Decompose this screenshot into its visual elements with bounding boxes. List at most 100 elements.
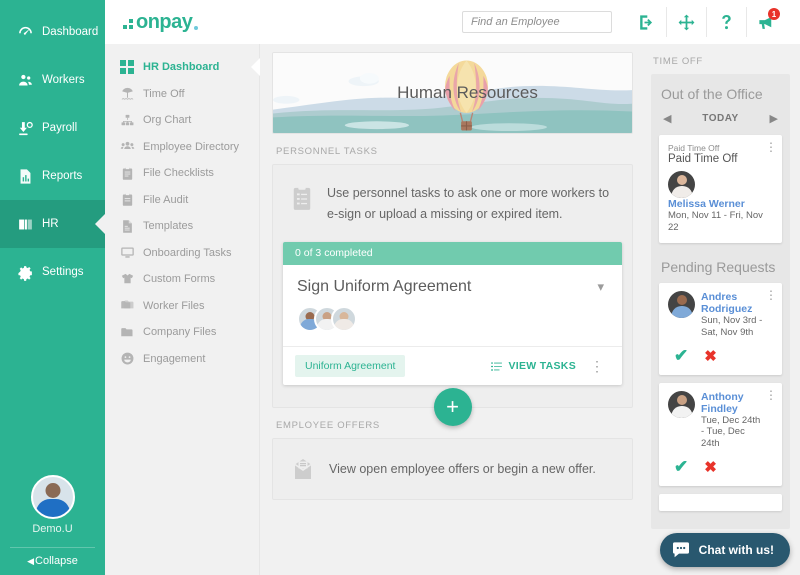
sidebar-item-payroll[interactable]: Payroll	[0, 104, 105, 152]
approve-button[interactable]: ✔	[674, 346, 688, 366]
employee-name[interactable]: Anthony Findley	[701, 391, 763, 415]
subnav-item-label: Engagement	[143, 352, 206, 365]
employee-name[interactable]: Melissa Werner	[668, 198, 773, 210]
subnav-item-employee-directory[interactable]: Employee Directory	[105, 134, 259, 161]
deny-button[interactable]: ✖	[704, 347, 717, 365]
personnel-tasks-panel: Use personnel tasks to ask one or more w…	[272, 164, 633, 427]
logo-text: onpay	[136, 11, 193, 33]
subnav-item-worker-files[interactable]: Worker Files	[105, 293, 259, 320]
sidebar-item-settings[interactable]: Settings	[0, 248, 105, 296]
onpay-logo[interactable]: onpay	[123, 11, 199, 33]
subnav-item-engagement[interactable]: Engagement	[105, 346, 259, 373]
time-off-rail: TIME OFF Out of the Office ◀ TODAY ▶ ⋮ P…	[645, 44, 800, 575]
avatar	[668, 290, 695, 318]
subnav-item-label: File Audit	[143, 193, 189, 206]
out-of-office-title: Out of the Office	[661, 86, 763, 102]
avatar	[668, 390, 695, 418]
subnav-item-time-off[interactable]: Time Off	[105, 81, 259, 108]
search-input[interactable]	[462, 11, 612, 33]
prev-day-icon[interactable]: ◀	[659, 112, 675, 125]
list-icon	[490, 360, 503, 373]
page-title: Human Resources	[397, 83, 538, 102]
subnav-item-label: Templates	[143, 220, 194, 233]
hero-banner: Human Resources	[272, 52, 633, 134]
subnav-item-custom-forms[interactable]: Custom Forms	[105, 266, 259, 293]
book-icon	[16, 215, 34, 233]
date-navigator: ◀ TODAY ▶	[659, 110, 782, 135]
chat-widget-label: Chat with us!	[698, 543, 774, 557]
chat-widget-button[interactable]: Chat with us!	[659, 533, 790, 567]
subnav-item-label: Worker Files	[143, 299, 205, 312]
avatar	[30, 475, 75, 519]
sidebar-item-workers[interactable]: Workers	[0, 56, 105, 104]
body-row: HR Dashboard Time Off Org Chart Employee…	[105, 44, 800, 575]
time-off-label: TIME OFF	[653, 56, 703, 67]
out-of-office-card[interactable]: ⋮ Paid Time Off Paid Time Off Melissa We…	[659, 135, 782, 243]
monitor-icon	[119, 245, 135, 261]
shirt-icon	[119, 271, 135, 287]
subnav-item-label: Custom Forms	[143, 273, 216, 286]
sidebar-user[interactable]: Demo.U	[0, 475, 105, 541]
employee-name[interactable]: Andres Rodriguez	[701, 291, 763, 315]
time-off-dates: Sun, Nov 3rd - Sat, Nov 9th	[701, 314, 763, 338]
card-overflow-menu-icon[interactable]: ⋮	[765, 389, 777, 401]
move-icon[interactable]	[666, 7, 706, 37]
avatar[interactable]	[331, 306, 357, 333]
subnav-item-company-files[interactable]: Company Files	[105, 319, 259, 346]
add-task-button[interactable]: +	[433, 388, 472, 427]
logout-icon[interactable]	[626, 7, 666, 37]
sidebar-item-dashboard[interactable]: Dashboard	[0, 8, 105, 56]
subnav-item-file-checklists[interactable]: File Checklists	[105, 160, 259, 187]
notification-badge: 1	[768, 8, 780, 20]
card-overflow-menu-icon[interactable]: ⋮	[765, 289, 777, 301]
pending-request-card[interactable]: ⋮ Anthony Findley Tue, Dec 24th - Tue, D…	[659, 382, 782, 487]
logo-dots-icon	[123, 19, 133, 29]
help-icon[interactable]	[706, 7, 746, 37]
task-header: Sign Uniform Agreement ▾	[283, 265, 622, 296]
subnav-item-label: File Checklists	[143, 167, 214, 180]
topbar: onpay 1	[105, 0, 800, 44]
subnav-item-file-audit[interactable]: File Audit	[105, 187, 259, 214]
task-overflow-menu-icon[interactable]: ⋮	[576, 359, 610, 373]
subnav-item-label: Org Chart	[143, 114, 192, 127]
pending-request-actions: ✔ ✖	[668, 450, 773, 477]
approve-button[interactable]: ✔	[674, 457, 688, 477]
chevron-down-icon[interactable]: ▾	[597, 279, 608, 295]
subnav-item-onboarding-tasks[interactable]: Onboarding Tasks	[105, 240, 259, 267]
time-off-type-sub: Paid Time Off	[668, 143, 720, 153]
time-off-dates: Tue, Dec 24th - Tue, Dec 24th	[701, 414, 761, 450]
subnav-item-hr-dashboard[interactable]: HR Dashboard	[105, 54, 259, 81]
out-of-office-panel: Out of the Office ◀ TODAY ▶ ⋮ Paid Time …	[651, 74, 790, 530]
next-day-icon[interactable]: ▶	[766, 112, 782, 125]
pending-request-card[interactable]	[659, 494, 782, 512]
subnav-item-templates[interactable]: Templates	[105, 213, 259, 240]
folders-icon	[119, 298, 135, 314]
personnel-tasks-description-row: Use personnel tasks to ask one or more w…	[273, 165, 632, 242]
pending-request-actions: ✔ ✖	[668, 339, 773, 366]
pending-requests-title: Pending Requests	[661, 258, 776, 275]
deny-button[interactable]: ✖	[704, 458, 717, 476]
task-assignees	[283, 296, 622, 346]
view-tasks-button[interactable]: VIEW TASKS	[490, 360, 576, 373]
pending-request-card[interactable]: ⋮ Andres Rodriguez Sun, Nov 3rd - Sat, N…	[659, 282, 782, 375]
card-overflow-menu-icon[interactable]: ⋮	[765, 141, 777, 153]
sidebar-item-hr[interactable]: HR	[0, 200, 105, 248]
today-label[interactable]: TODAY	[675, 113, 765, 124]
collapse-label: Collapse	[35, 555, 78, 567]
announcement-icon[interactable]: 1	[746, 7, 786, 37]
sidebar-item-label: Reports	[42, 170, 83, 182]
task-title: Sign Uniform Agreement	[297, 278, 472, 296]
subnav-item-label: HR Dashboard	[143, 61, 220, 74]
employee-offers-row: View open employee offers or begin a new…	[273, 439, 632, 499]
sidebar-item-reports[interactable]: Reports	[0, 152, 105, 200]
subnav-item-org-chart[interactable]: Org Chart	[105, 107, 259, 134]
collapse-button[interactable]: ◀Collapse	[10, 547, 95, 575]
gear-icon	[16, 263, 34, 281]
task-chip[interactable]: Uniform Agreement	[295, 355, 406, 378]
subnav-item-label: Company Files	[143, 326, 217, 339]
task-footer: Uniform Agreement VIEW TASKS ⋮	[283, 346, 622, 385]
subnav-item-label: Employee Directory	[143, 140, 239, 153]
avatar	[668, 171, 695, 198]
envelope-icon	[291, 457, 315, 481]
